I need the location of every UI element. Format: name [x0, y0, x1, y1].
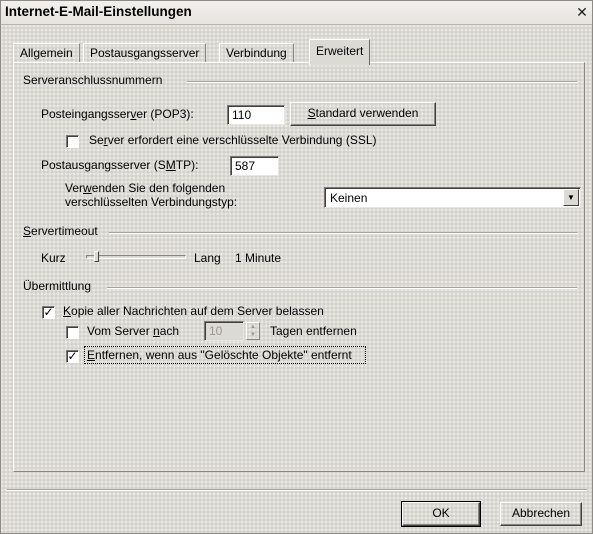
smtp-label: Postausgangsserver (SMTP):	[41, 158, 199, 172]
days-spinner[interactable]: ▲ ▼	[246, 322, 260, 340]
ssl-label: Server erfordert eine verschlüsselte Ver…	[89, 133, 377, 147]
group-divider	[109, 232, 577, 234]
chevron-down-icon[interactable]: ▼	[563, 189, 579, 206]
group-server-ports-label: Serveranschlussnummern	[23, 73, 163, 87]
timeout-short-label: Kurz	[41, 251, 66, 265]
tab-erweitert[interactable]: Erweitert	[309, 39, 371, 65]
timeout-slider[interactable]	[86, 251, 186, 265]
tab-postausgangsserver[interactable]: Postausgangsserver	[83, 43, 207, 63]
tab-allgemein[interactable]: Allgemein	[13, 43, 80, 63]
email-settings-dialog: Internet-E-Mail-Einstellungen ✕ Allgemei…	[0, 0, 593, 534]
pop3-label: Posteingangsserver (POP3):	[41, 107, 194, 121]
ok-button[interactable]: OK	[401, 501, 481, 527]
group-delivery-label: Übermittlung	[23, 279, 92, 293]
spin-up-icon[interactable]: ▲	[247, 323, 259, 331]
pop3-port-input[interactable]: 110	[227, 105, 285, 125]
tab-verbindung[interactable]: Verbindung	[219, 43, 294, 63]
use-default-button[interactable]: Standard verwenden	[290, 102, 436, 126]
group-divider	[187, 81, 577, 83]
group-divider	[107, 287, 577, 289]
slider-track	[86, 255, 186, 259]
dialog-title: Internet-E-Mail-Einstellungen	[5, 4, 192, 19]
ssl-checkbox[interactable]	[66, 135, 79, 148]
encryption-type-select[interactable]: Keinen ▼	[324, 187, 581, 208]
timeout-value: 1 Minute	[235, 251, 282, 265]
keep-copy-checkbox[interactable]: ✓	[42, 306, 55, 319]
days-suffix-label: Tagen entfernen	[270, 324, 357, 338]
remove-after-days-label: Vom Server nach	[87, 324, 180, 338]
encryption-type-value: Keinen	[330, 191, 368, 205]
encryption-label-line2: verschlüsselten Verbindungstyp:	[65, 195, 238, 209]
group-timeout-label: Servertimeout	[23, 224, 98, 238]
timeout-long-label: Lang	[194, 251, 221, 265]
close-icon[interactable]: ✕	[574, 5, 590, 20]
keep-copy-label: Kopie aller Nachrichten auf dem Server b…	[63, 304, 324, 318]
smtp-port-input[interactable]: 587	[230, 156, 279, 176]
spin-down-icon[interactable]: ▼	[247, 331, 259, 339]
title-bar: Internet-E-Mail-Einstellungen ✕	[1, 1, 592, 25]
days-input[interactable]: 10	[204, 321, 244, 341]
footer-divider	[7, 489, 587, 491]
remove-after-days-checkbox[interactable]	[66, 326, 79, 339]
encryption-label-line1: Verwenden Sie den folgenden	[65, 181, 226, 195]
cancel-button[interactable]: Abbrechen	[500, 502, 582, 526]
remove-deleted-label: Entfernen, wenn aus "Gelöschte Objekte" …	[87, 348, 352, 362]
slider-thumb[interactable]	[94, 251, 99, 262]
remove-deleted-checkbox[interactable]: ✓	[66, 350, 79, 363]
